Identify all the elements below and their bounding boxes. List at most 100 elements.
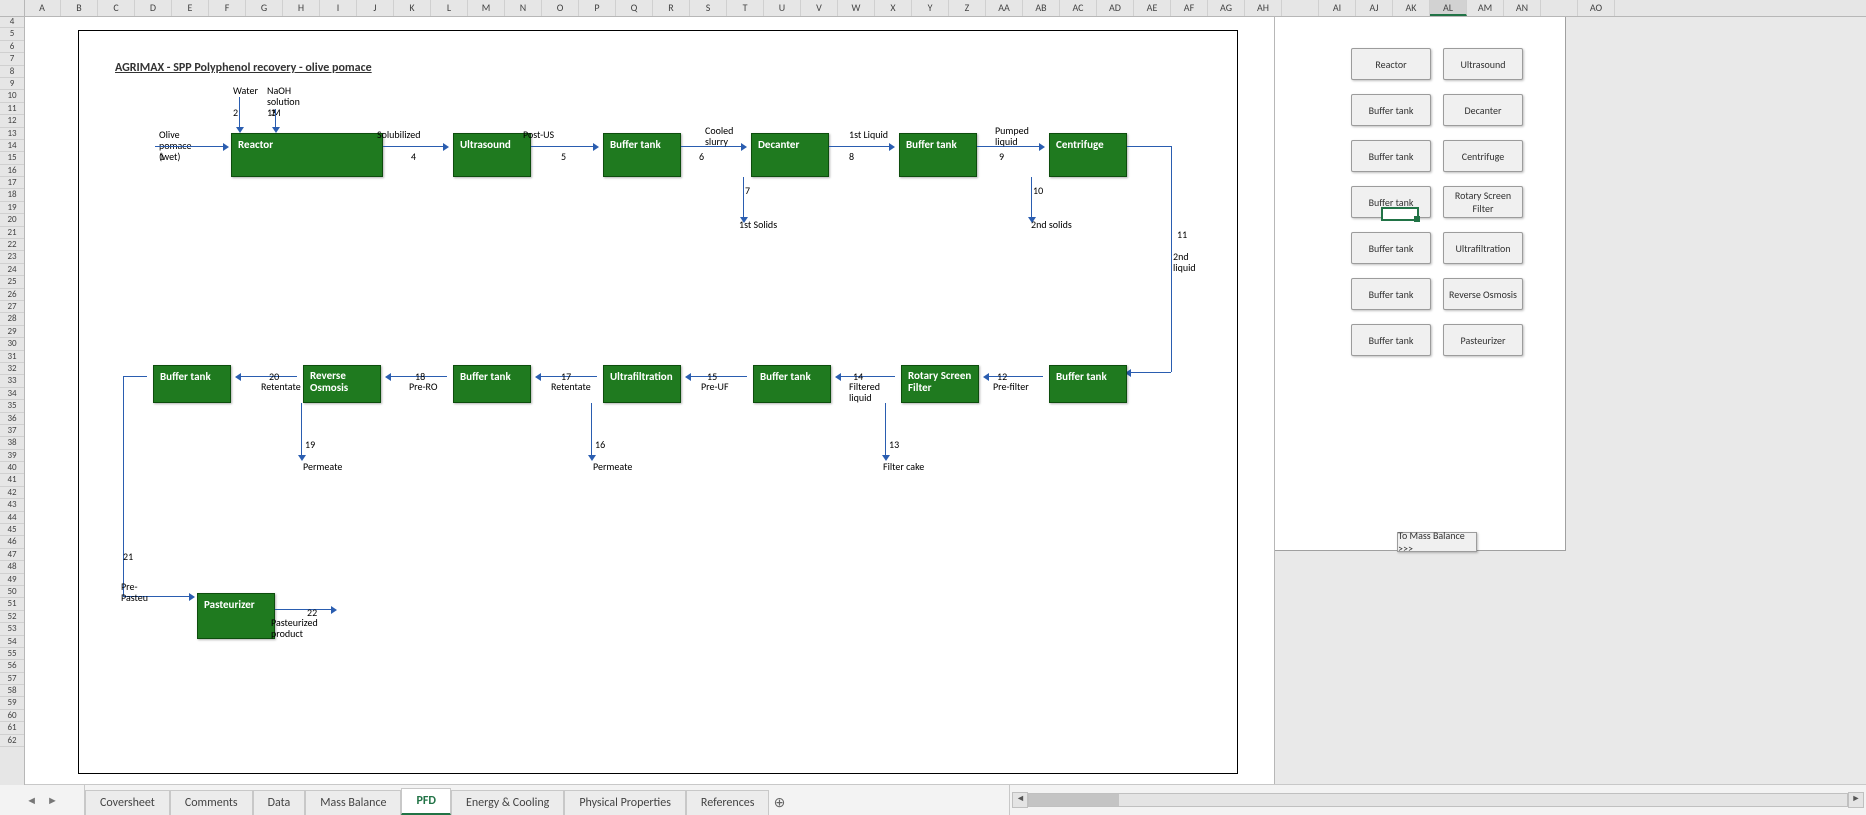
tab-coversheet[interactable]: Coversheet	[85, 790, 170, 815]
col-L[interactable]: L	[431, 0, 468, 16]
col-W[interactable]: W	[838, 0, 875, 16]
row-53[interactable]: 53	[0, 623, 24, 635]
row-15[interactable]: 15	[0, 152, 24, 164]
scroll-track[interactable]	[1028, 793, 1848, 807]
row-47[interactable]: 47	[0, 549, 24, 561]
panel-btn-buffer-tank[interactable]: Buffer tank	[1351, 94, 1431, 126]
row-19[interactable]: 19	[0, 202, 24, 214]
scroll-thumb[interactable]	[1029, 794, 1119, 806]
row-59[interactable]: 59	[0, 697, 24, 709]
worksheet-area[interactable]: AGRIMAX - SPP Polyphenol recovery - oliv…	[24, 16, 1866, 785]
col-blank[interactable]	[1541, 0, 1578, 16]
row-10[interactable]: 10	[0, 90, 24, 102]
row-44[interactable]: 44	[0, 512, 24, 524]
col-blank[interactable]	[1282, 0, 1319, 16]
col-AL[interactable]: AL	[1430, 0, 1467, 16]
row-17[interactable]: 17	[0, 177, 24, 189]
panel-btn-reactor[interactable]: Reactor	[1351, 48, 1431, 80]
to-mass-balance-button[interactable]: To Mass Balance >>>	[1397, 532, 1477, 552]
row-18[interactable]: 18	[0, 189, 24, 201]
row-8[interactable]: 8	[0, 66, 24, 78]
col-U[interactable]: U	[764, 0, 801, 16]
row-24[interactable]: 24	[0, 264, 24, 276]
row-49[interactable]: 49	[0, 574, 24, 586]
col-A[interactable]: A	[24, 0, 61, 16]
row-52[interactable]: 52	[0, 611, 24, 623]
panel-btn-centrifuge[interactable]: Centrifuge	[1443, 140, 1523, 172]
row-35[interactable]: 35	[0, 400, 24, 412]
row-40[interactable]: 40	[0, 462, 24, 474]
col-V[interactable]: V	[801, 0, 838, 16]
col-N[interactable]: N	[505, 0, 542, 16]
tab-next-icon[interactable]: ►	[47, 794, 58, 807]
row-36[interactable]: 36	[0, 413, 24, 425]
row-20[interactable]: 20	[0, 214, 24, 226]
panel-btn-buffer-tank[interactable]: Buffer tank	[1351, 278, 1431, 310]
tab-energy-cooling[interactable]: Energy & Cooling	[451, 790, 564, 815]
select-all-corner[interactable]	[0, 0, 25, 17]
row-11[interactable]: 11	[0, 103, 24, 115]
row-34[interactable]: 34	[0, 388, 24, 400]
scroll-right-icon[interactable]: ►	[1848, 792, 1864, 808]
col-E[interactable]: E	[172, 0, 209, 16]
row-6[interactable]: 6	[0, 41, 24, 53]
row-58[interactable]: 58	[0, 685, 24, 697]
row-28[interactable]: 28	[0, 313, 24, 325]
col-AB[interactable]: AB	[1023, 0, 1060, 16]
col-M[interactable]: M	[468, 0, 505, 16]
row-33[interactable]: 33	[0, 375, 24, 387]
col-AO[interactable]: AO	[1578, 0, 1615, 16]
row-54[interactable]: 54	[0, 636, 24, 648]
row-50[interactable]: 50	[0, 586, 24, 598]
row-21[interactable]: 21	[0, 227, 24, 239]
panel-btn-ultrasound[interactable]: Ultrasound	[1443, 48, 1523, 80]
col-S[interactable]: S	[690, 0, 727, 16]
row-25[interactable]: 25	[0, 276, 24, 288]
tab-prev-icon[interactable]: ◄	[26, 794, 37, 807]
panel-btn-buffer-tank[interactable]: Buffer tank	[1351, 140, 1431, 172]
col-AN[interactable]: AN	[1504, 0, 1541, 16]
panel-btn-buffer-tank[interactable]: Buffer tank	[1351, 232, 1431, 264]
row-51[interactable]: 51	[0, 598, 24, 610]
tab-references[interactable]: References	[686, 790, 770, 815]
row-12[interactable]: 12	[0, 115, 24, 127]
col-AH[interactable]: AH	[1245, 0, 1282, 16]
selected-cell[interactable]	[1381, 207, 1419, 221]
col-AG[interactable]: AG	[1208, 0, 1245, 16]
panel-btn-buffer-tank[interactable]: Buffer tank	[1351, 324, 1431, 356]
col-AC[interactable]: AC	[1060, 0, 1097, 16]
tab-mass-balance[interactable]: Mass Balance	[305, 790, 401, 815]
row-45[interactable]: 45	[0, 524, 24, 536]
row-16[interactable]: 16	[0, 165, 24, 177]
row-57[interactable]: 57	[0, 673, 24, 685]
col-AI[interactable]: AI	[1319, 0, 1356, 16]
row-7[interactable]: 7	[0, 53, 24, 65]
col-D[interactable]: D	[135, 0, 172, 16]
row-31[interactable]: 31	[0, 351, 24, 363]
row-37[interactable]: 37	[0, 425, 24, 437]
col-J[interactable]: J	[357, 0, 394, 16]
col-G[interactable]: G	[246, 0, 283, 16]
col-O[interactable]: O	[542, 0, 579, 16]
horizontal-scroll[interactable]: ◄ ►	[1009, 785, 1866, 815]
col-Z[interactable]: Z	[949, 0, 986, 16]
row-60[interactable]: 60	[0, 710, 24, 722]
row-22[interactable]: 22	[0, 239, 24, 251]
col-AD[interactable]: AD	[1097, 0, 1134, 16]
row-13[interactable]: 13	[0, 128, 24, 140]
panel-btn-ultrafiltration[interactable]: Ultrafiltration	[1443, 232, 1523, 264]
col-AJ[interactable]: AJ	[1356, 0, 1393, 16]
tab-data[interactable]: Data	[253, 790, 306, 815]
col-AM[interactable]: AM	[1467, 0, 1504, 16]
row-32[interactable]: 32	[0, 363, 24, 375]
panel-btn-reverse-osmosis[interactable]: Reverse Osmosis	[1443, 278, 1523, 310]
tab-physical-properties[interactable]: Physical Properties	[564, 790, 686, 815]
col-C[interactable]: C	[98, 0, 135, 16]
tab-pfd[interactable]: PFD	[401, 788, 450, 815]
col-I[interactable]: I	[320, 0, 357, 16]
col-AK[interactable]: AK	[1393, 0, 1430, 16]
tab-nav[interactable]: ◄ ►	[0, 785, 85, 815]
panel-btn-rotary-screen-filter[interactable]: Rotary Screen Filter	[1443, 186, 1523, 218]
row-46[interactable]: 46	[0, 536, 24, 548]
panel-btn-pasteurizer[interactable]: Pasteurizer	[1443, 324, 1523, 356]
